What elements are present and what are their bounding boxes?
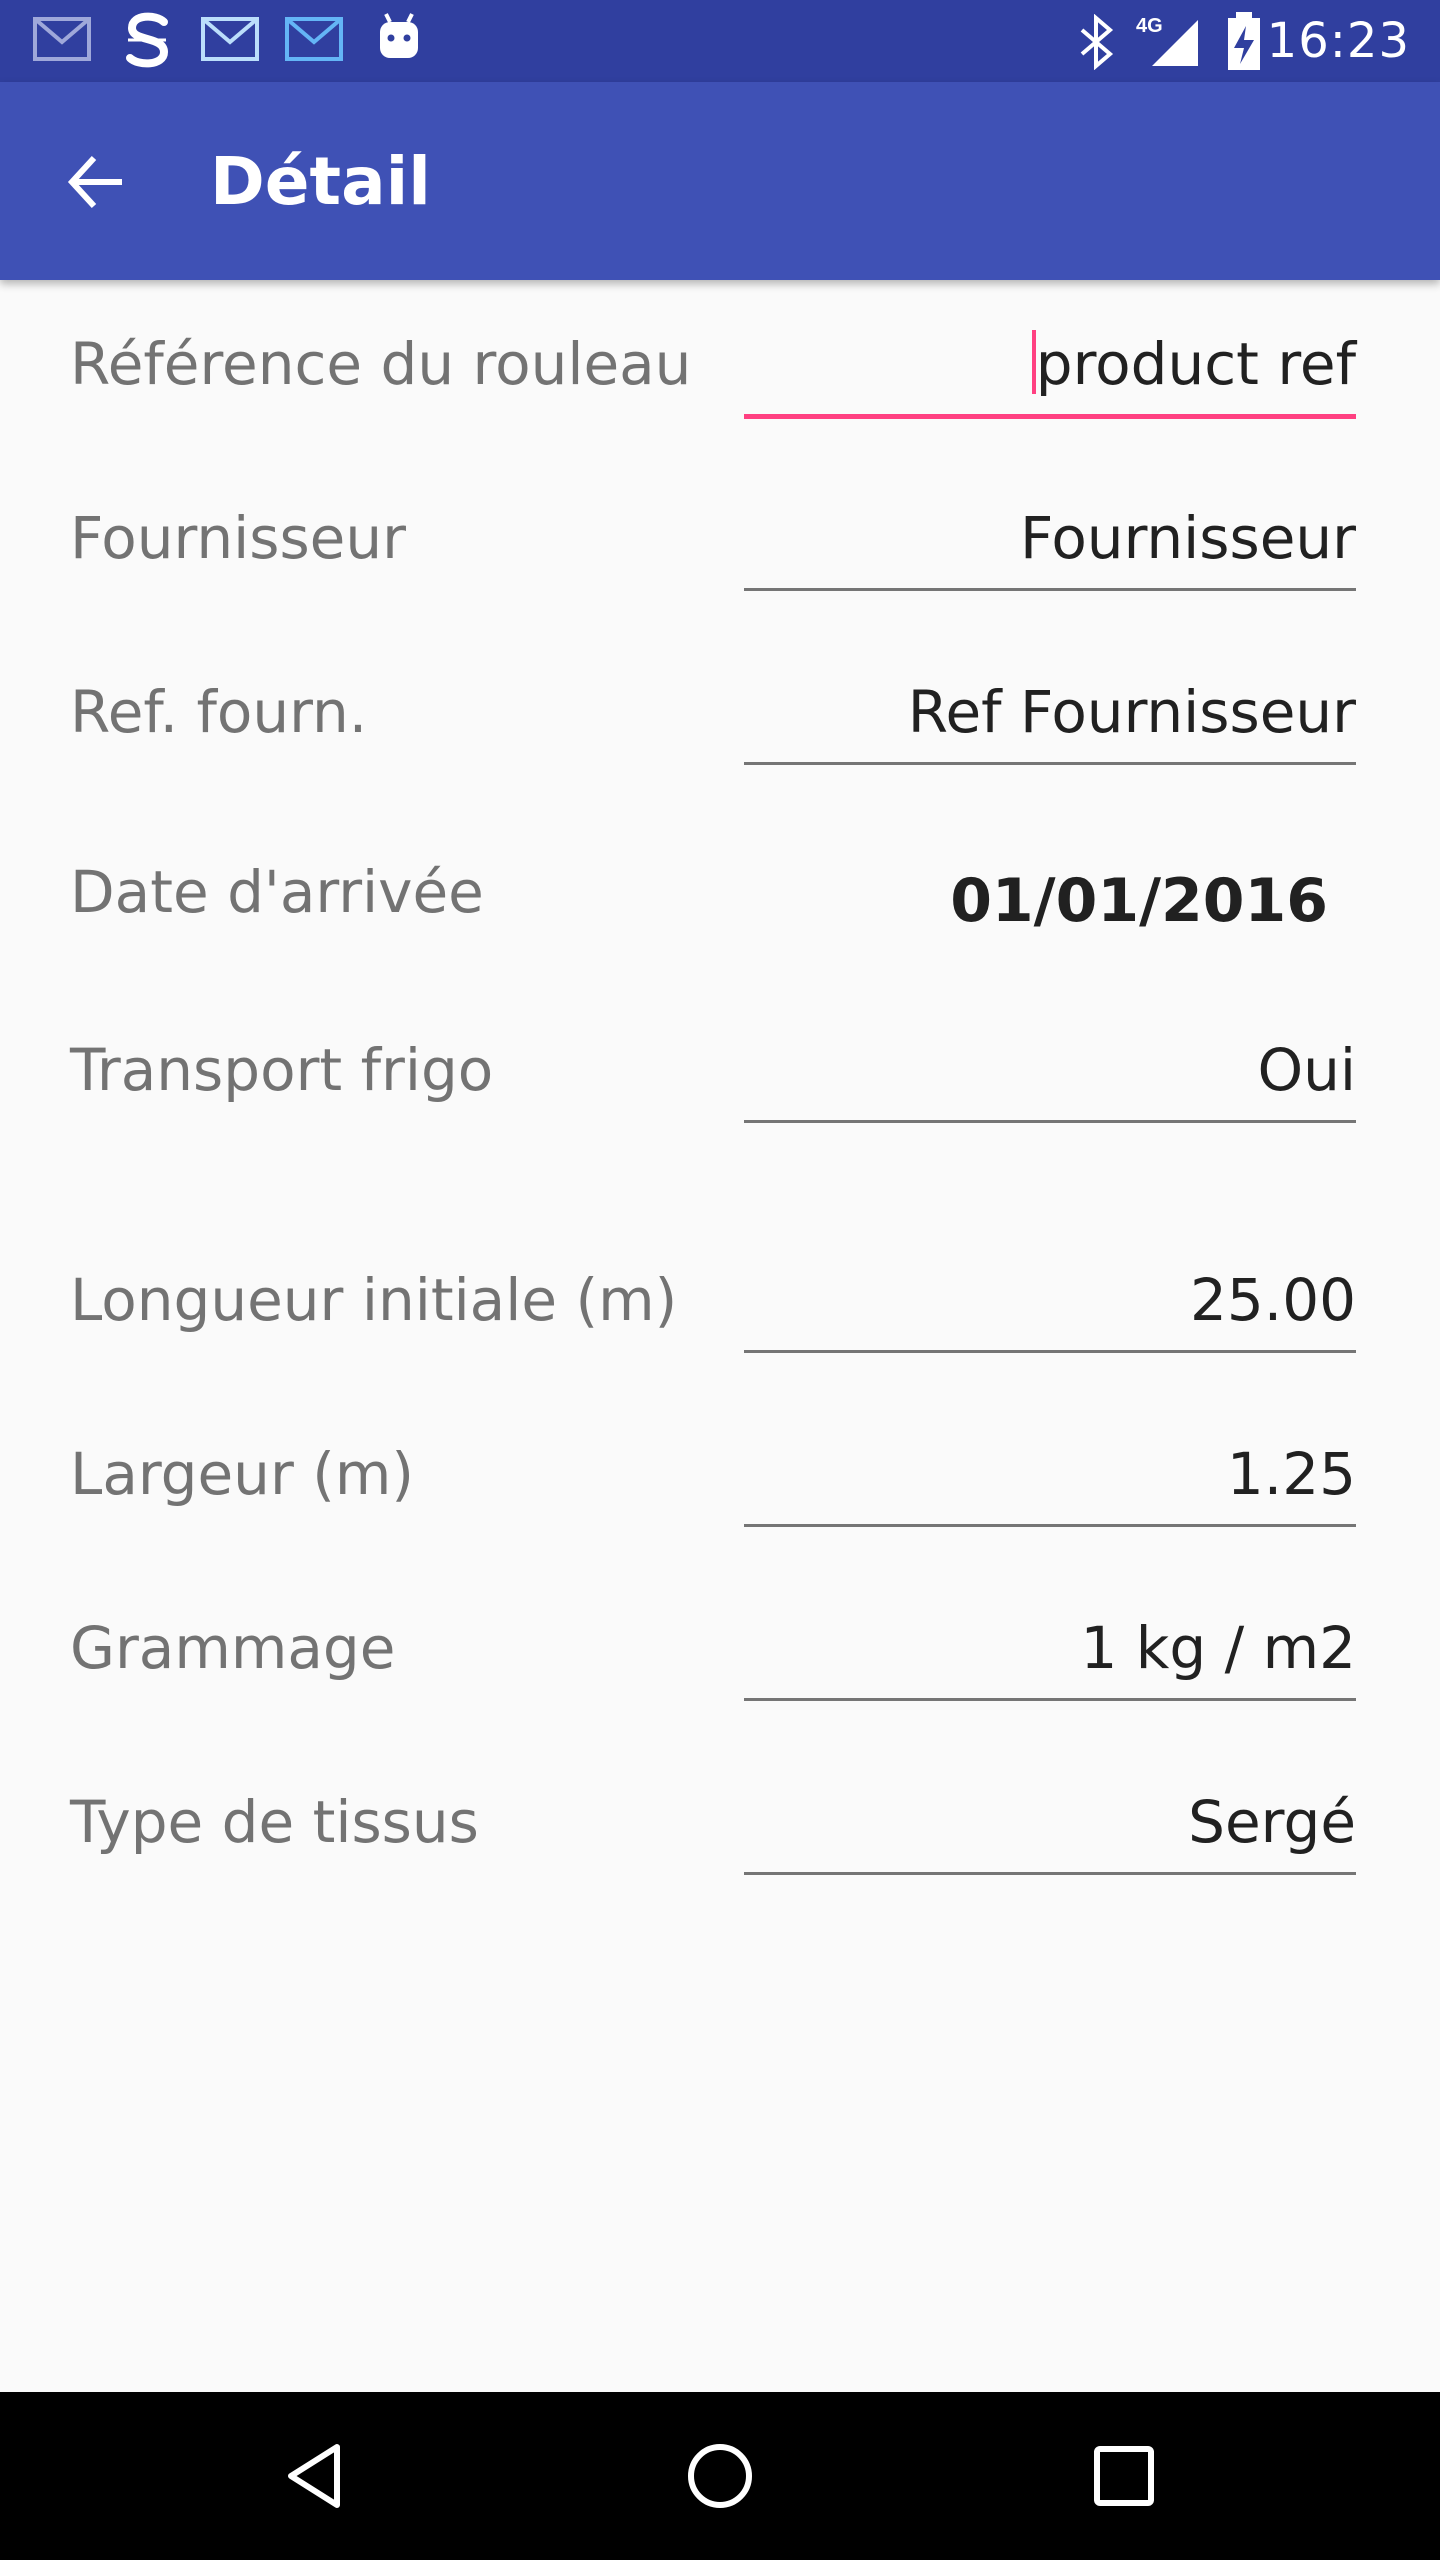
row-cold-transport: Transport frigo Oui: [0, 1016, 1440, 1136]
cold-transport-underline: [744, 1120, 1356, 1123]
status-time: 16:23: [1266, 13, 1410, 69]
supplier-underline: [744, 588, 1356, 591]
row-initial-length: Longueur initiale (m) 25.00: [0, 1246, 1440, 1366]
app-bar: Détail: [0, 82, 1440, 280]
arrival-date-value: 01/01/2016: [950, 866, 1328, 936]
arrow-back-icon: [67, 155, 122, 209]
nav-back-button[interactable]: [266, 2426, 366, 2526]
width-input[interactable]: 1.25: [744, 1420, 1356, 1540]
supplier-ref-value: Ref Fournisseur: [907, 678, 1356, 746]
supplier-ref-input[interactable]: Ref Fournisseur: [744, 658, 1356, 778]
supplier-label: Fournisseur: [70, 504, 406, 572]
email-icon: [200, 14, 260, 68]
fabric-type-label: Type de tissus: [70, 1788, 479, 1856]
fabric-type-input[interactable]: Sergé: [744, 1768, 1356, 1888]
reference-underline: [744, 414, 1356, 419]
row-width: Largeur (m) 1.25: [0, 1420, 1440, 1540]
navigation-bar: [0, 2392, 1440, 2560]
initial-length-label: Longueur initiale (m): [70, 1266, 678, 1334]
network-label: 4G: [1136, 15, 1163, 37]
initial-length-input[interactable]: 25.00: [744, 1246, 1356, 1366]
row-fabric-type: Type de tissus Sergé: [0, 1768, 1440, 1888]
cold-transport-input[interactable]: Oui: [744, 1016, 1356, 1136]
back-button[interactable]: [50, 136, 142, 228]
back-triangle-icon: [288, 2444, 340, 2508]
supplier-input[interactable]: Fournisseur: [744, 484, 1356, 604]
grammage-label: Grammage: [70, 1614, 396, 1682]
initial-length-underline: [744, 1350, 1356, 1353]
reference-input[interactable]: product ref: [744, 310, 1356, 430]
gmail-icon: [32, 14, 92, 68]
arrival-date-picker[interactable]: 01/01/2016: [744, 838, 1356, 958]
bluetooth-icon: [1076, 13, 1116, 74]
battery-charging-icon: [1224, 10, 1264, 76]
row-arrival-date: Date d'arrivée 01/01/2016: [0, 838, 1440, 958]
nav-home-button[interactable]: [670, 2426, 770, 2526]
supplier-value: Fournisseur: [1020, 504, 1356, 572]
fabric-type-value: Sergé: [1188, 1788, 1356, 1856]
status-bar: 4G 16:23: [0, 0, 1440, 82]
recents-square-icon: [1094, 2446, 1154, 2506]
width-label: Largeur (m): [70, 1440, 414, 1508]
row-supplier: Fournisseur Fournisseur: [0, 484, 1440, 604]
inbox-icon: [284, 14, 344, 68]
reference-value: product ref: [1035, 330, 1356, 398]
s-app-icon: [120, 10, 174, 74]
supplier-ref-label: Ref. fourn.: [70, 678, 368, 746]
row-supplier-ref: Ref. fourn. Ref Fournisseur: [0, 658, 1440, 778]
grammage-input[interactable]: 1 kg / m2: [744, 1594, 1356, 1714]
arrival-date-label: Date d'arrivée: [70, 858, 484, 926]
row-reference: Référence du rouleau product ref: [0, 310, 1440, 430]
android-icon: [376, 10, 422, 66]
page-title: Détail: [210, 143, 431, 220]
supplier-ref-underline: [744, 762, 1356, 765]
home-circle-icon: [688, 2444, 752, 2508]
grammage-value: 1 kg / m2: [1080, 1614, 1356, 1682]
reference-label: Référence du rouleau: [70, 330, 692, 398]
width-value: 1.25: [1226, 1440, 1356, 1508]
grammage-underline: [744, 1698, 1356, 1701]
fabric-type-underline: [744, 1872, 1356, 1875]
cold-transport-value: Oui: [1257, 1036, 1356, 1104]
row-grammage: Grammage 1 kg / m2: [0, 1594, 1440, 1714]
signal-icon: 4G: [1136, 12, 1206, 74]
initial-length-value: 25.00: [1189, 1266, 1356, 1334]
width-underline: [744, 1524, 1356, 1527]
cold-transport-label: Transport frigo: [70, 1036, 494, 1104]
nav-recents-button[interactable]: [1074, 2426, 1174, 2526]
